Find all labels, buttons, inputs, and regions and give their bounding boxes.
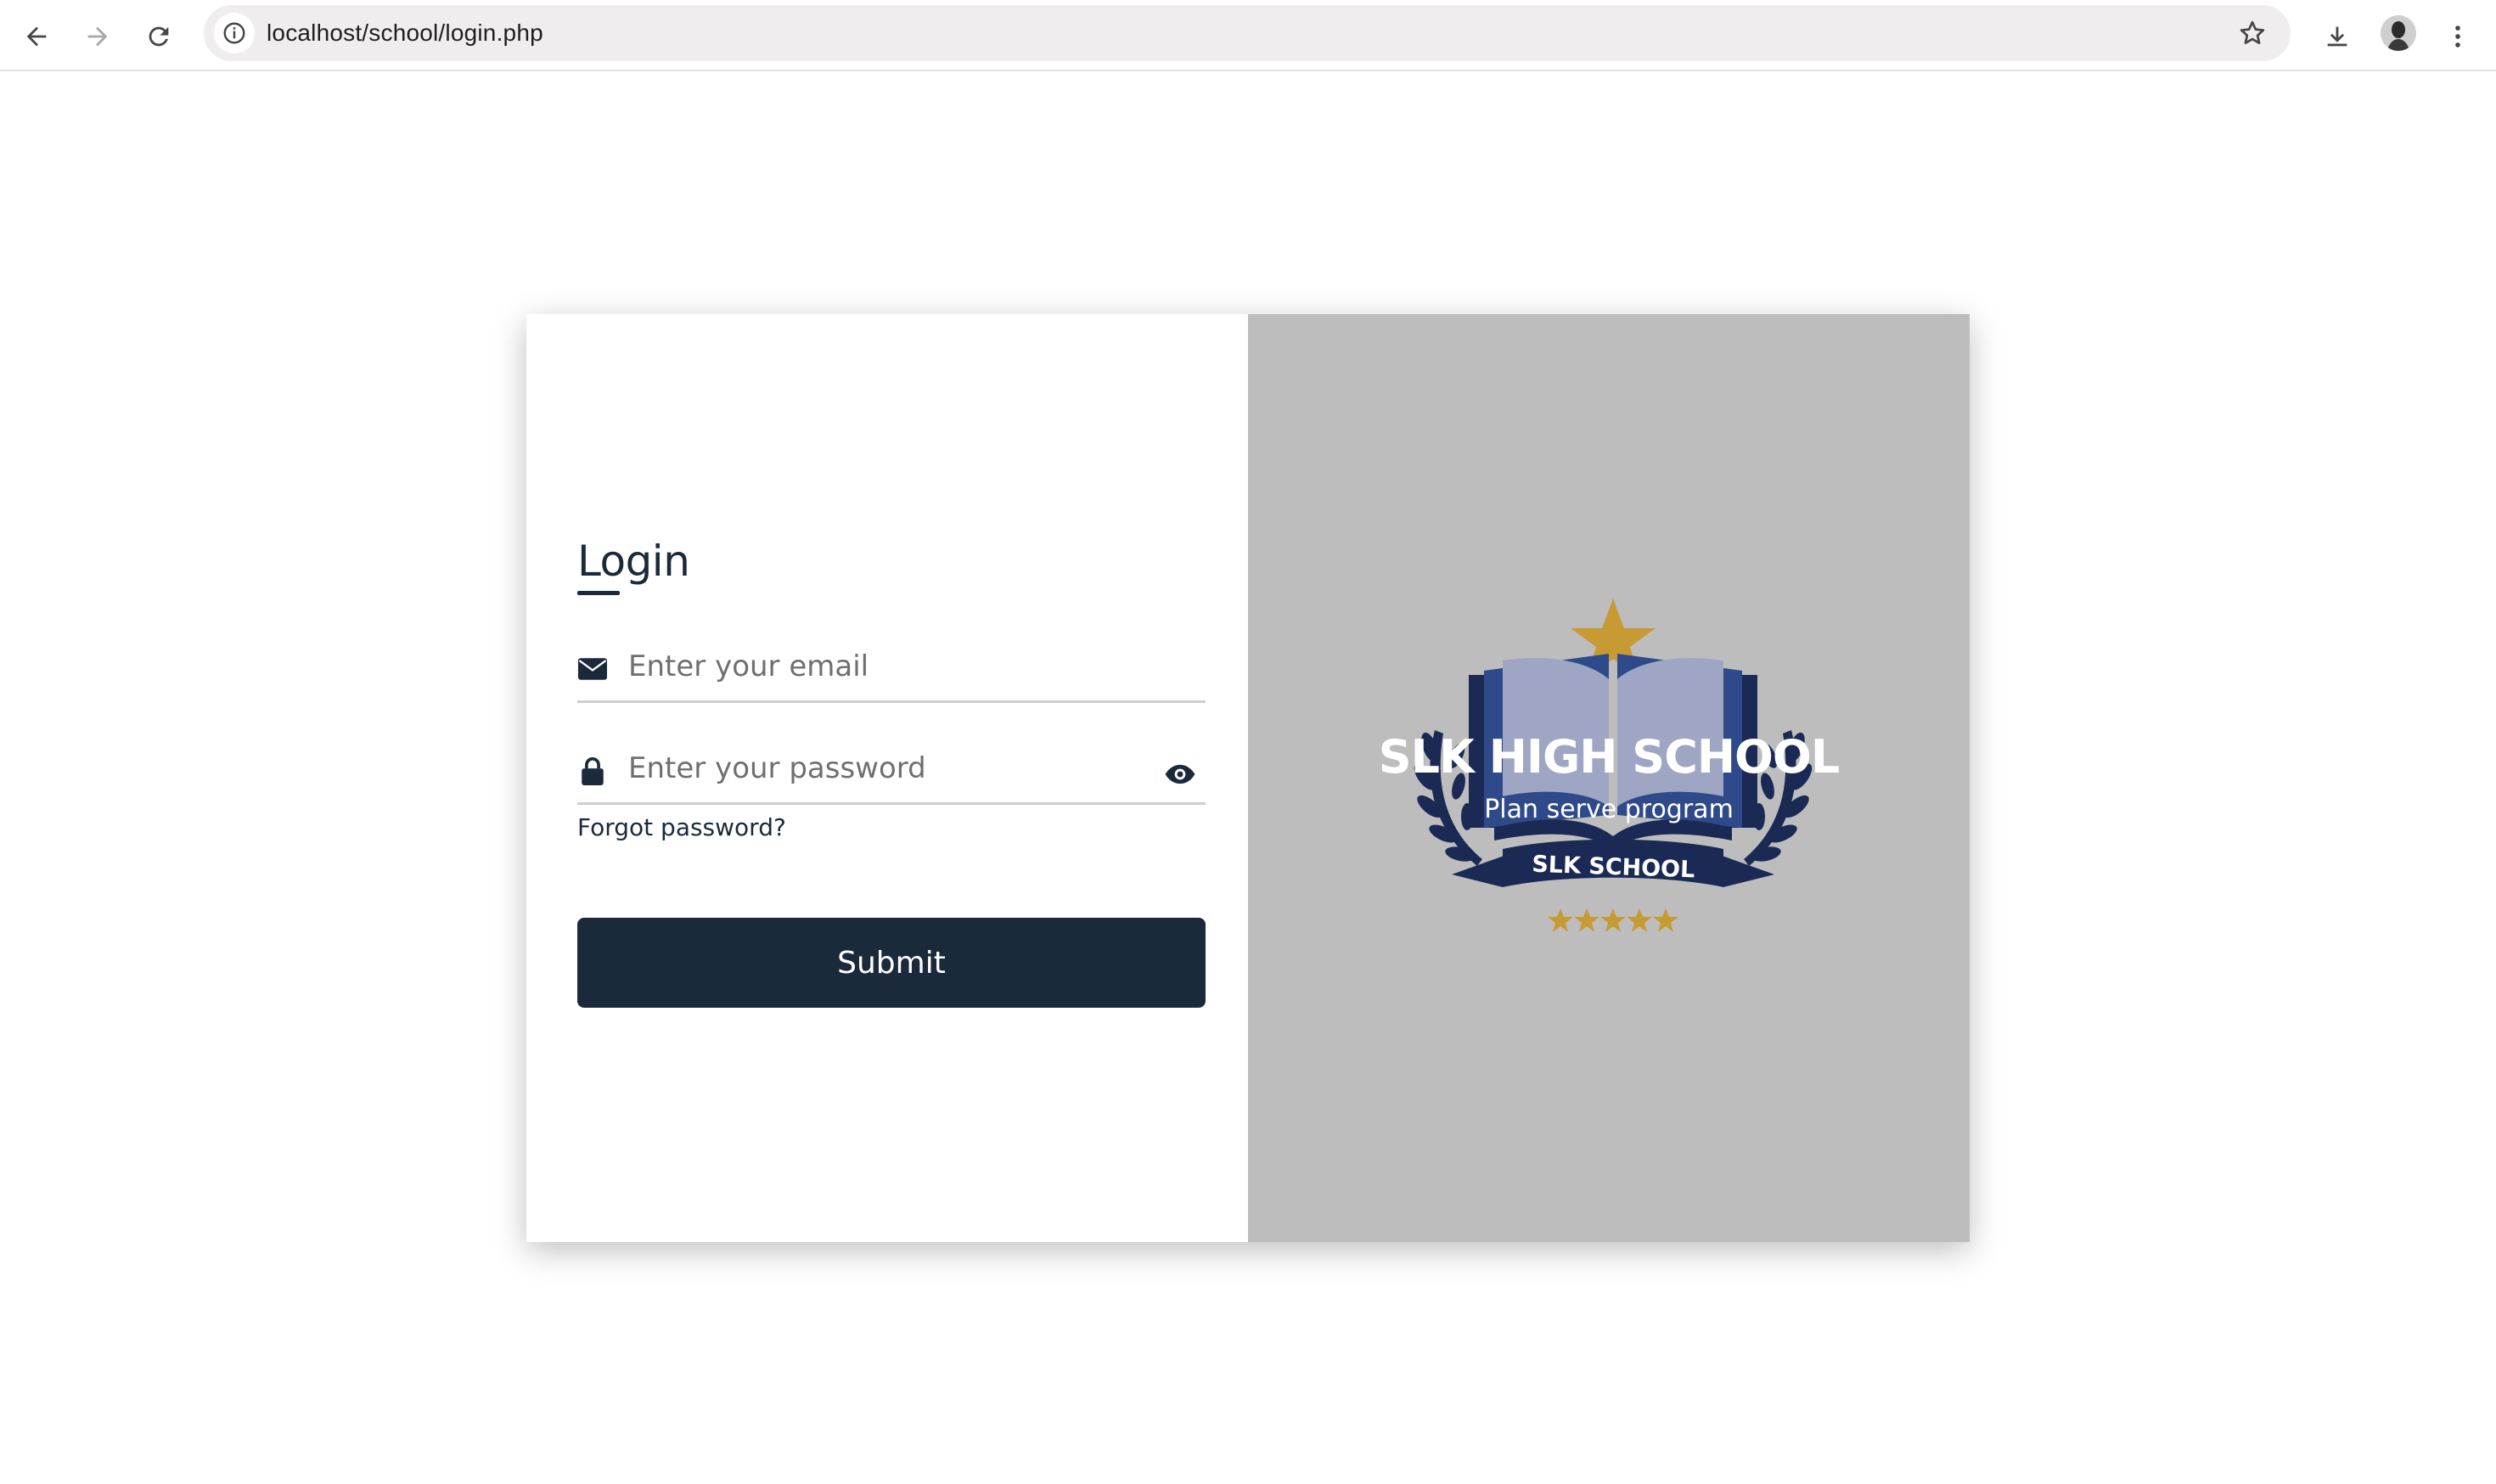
- address-bar[interactable]: localhost/school/login.php: [204, 5, 2291, 61]
- lock-icon: [577, 756, 608, 786]
- crest-five-stars-icon: [1548, 908, 1678, 932]
- password-field: [577, 732, 1206, 805]
- info-icon: [223, 22, 245, 44]
- downloads-button[interactable]: [2316, 15, 2358, 58]
- submit-button[interactable]: Submit: [577, 918, 1206, 1008]
- login-card: Login Forgot password? Submit: [526, 314, 1970, 1242]
- login-title: Login: [577, 537, 690, 586]
- bookmark-star-button[interactable]: [2235, 15, 2270, 51]
- show-password-eye-icon[interactable]: [1163, 757, 1197, 791]
- envelope-icon: [577, 654, 608, 684]
- site-info-button[interactable]: [214, 13, 255, 53]
- url-text[interactable]: localhost/school/login.php: [267, 5, 543, 61]
- school-branding-pane: SLK SCHOOL SLK HIGH SCHOOL Plan serve pr…: [1248, 314, 1970, 1242]
- school-name: SLK HIGH SCHOOL: [1378, 730, 1840, 784]
- school-tagline: Plan serve program: [1484, 795, 1734, 824]
- login-form-pane: Login Forgot password? Submit: [526, 314, 1248, 1242]
- back-arrow-icon: [26, 26, 47, 47]
- title-underline: [577, 591, 620, 595]
- forward-arrow-icon: [87, 26, 108, 47]
- download-icon: [2327, 26, 2347, 47]
- reload-icon: [149, 26, 169, 47]
- email-field: [577, 630, 1206, 703]
- forward-button[interactable]: [76, 15, 119, 58]
- email-input[interactable]: [628, 638, 1146, 694]
- back-button[interactable]: [15, 15, 58, 58]
- star-outline-icon: [2240, 20, 2265, 45]
- password-input[interactable]: [628, 740, 1146, 796]
- reload-button[interactable]: [138, 15, 180, 58]
- forgot-password-link[interactable]: Forgot password?: [577, 813, 786, 841]
- browser-menu-button[interactable]: [2437, 15, 2479, 58]
- profile-avatar[interactable]: [2381, 15, 2416, 51]
- profile-avatar-image: [2381, 15, 2416, 51]
- browser-toolbar: localhost/school/login.php: [0, 0, 2496, 71]
- kebab-menu-icon: [2455, 25, 2460, 48]
